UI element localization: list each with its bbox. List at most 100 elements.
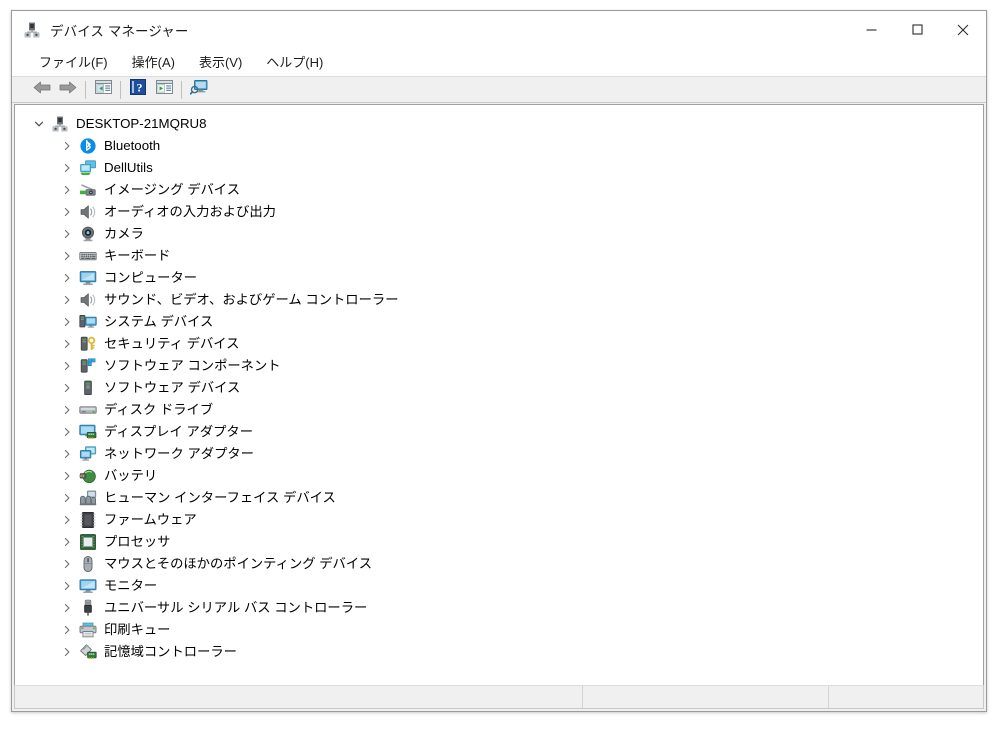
chevron-right-icon[interactable] [59,270,75,286]
tree-node-storage-controllers[interactable]: 記憶域コントローラー [15,641,983,663]
chevron-right-icon[interactable] [59,314,75,330]
tree-node-label: サウンド、ビデオ、およびゲーム コントローラー [104,292,399,307]
tree-node-monitors[interactable]: モニター [15,575,983,597]
tree-node-system-devices[interactable]: システム デバイス [15,311,983,333]
tree-node-label: Bluetooth [104,138,161,153]
tree-node-mice-and-pointing-devices[interactable]: マウスとそのほかのポインティング デバイス [15,553,983,575]
chevron-right-icon[interactable] [59,380,75,396]
tree-node-processors[interactable]: プロセッサ [15,531,983,553]
tree-node-label: イメージング デバイス [104,182,240,197]
battery-icon [79,467,97,485]
tree-node-firmware[interactable]: ファームウェア [15,509,983,531]
menu-file[interactable]: ファイル(F) [30,50,117,74]
tree-node-audio-inputs-outputs[interactable]: オーディオの入力および出力 [15,201,983,223]
tree-node-cameras[interactable]: カメラ [15,223,983,245]
tree-node-label: ディスク ドライブ [104,402,214,417]
status-cell-1 [15,686,583,708]
print-queue-icon [79,621,97,639]
tree-node-computer[interactable]: コンピューター [15,267,983,289]
chevron-right-icon[interactable] [59,358,75,374]
close-button[interactable] [940,11,986,48]
chevron-right-icon[interactable] [59,512,75,528]
storage-controller-icon [79,643,97,661]
bluetooth-icon [79,137,97,155]
show-hide-console-tree-button[interactable] [90,78,116,101]
tree-node-label: システム デバイス [104,314,214,329]
chevron-right-icon[interactable] [59,534,75,550]
chevron-right-icon[interactable] [59,248,75,264]
security-device-icon [79,335,97,353]
svg-text:?: ? [137,80,143,94]
tree-node-software-devices[interactable]: ソフトウェア デバイス [15,377,983,399]
chevron-right-icon[interactable] [59,468,75,484]
minimize-button[interactable] [848,11,894,48]
status-cell-2 [583,686,829,708]
chevron-right-icon[interactable] [59,204,75,220]
tree-node-usb-controllers[interactable]: ユニバーサル シリアル バス コントローラー [15,597,983,619]
properties-button[interactable] [151,78,177,101]
tree-node-label: キーボード [104,248,171,263]
tree-node-security-devices[interactable]: セキュリティ デバイス [15,333,983,355]
tree-node-display-adapters[interactable]: ディスプレイ アダプター [15,421,983,443]
tree-node-label: マウスとそのほかのポインティング デバイス [104,556,373,571]
tree-node-label: ネットワーク アダプター [104,446,254,461]
tree-node-human-interface-devices[interactable]: ヒューマン インターフェイス デバイス [15,487,983,509]
tree-node-label: ヒューマン インターフェイス デバイス [104,490,336,505]
chevron-right-icon[interactable] [59,446,75,462]
tree-node-print-queues[interactable]: 印刷キュー [15,619,983,641]
tree-node-label: セキュリティ デバイス [104,336,240,351]
chevron-right-icon[interactable] [59,600,75,616]
toolbar-separator [85,80,86,99]
computer-icon [79,269,97,287]
chevron-right-icon[interactable] [59,490,75,506]
menu-action[interactable]: 操作(A) [123,50,184,74]
tree-root-node[interactable]: DESKTOP-21MQRU8 [15,113,983,135]
chevron-right-icon[interactable] [59,138,75,154]
tree-node-label: 印刷キュー [104,622,171,637]
chevron-right-icon[interactable] [59,160,75,176]
chevron-down-icon[interactable] [31,116,47,132]
status-bar [14,685,984,709]
tree-node-label: オーディオの入力および出力 [104,204,276,219]
menu-help[interactable]: ヘルプ(H) [257,50,332,74]
tree-node-imaging-devices[interactable]: イメージング デバイス [15,179,983,201]
monitor-icon [79,577,97,595]
maximize-button[interactable] [894,11,940,48]
firmware-icon [79,511,97,529]
chevron-right-icon[interactable] [59,578,75,594]
scan-hardware-changes-button[interactable] [186,78,212,101]
tree-node-label: ディスプレイ アダプター [104,424,254,439]
chevron-right-icon[interactable] [59,182,75,198]
tree-root-label: DESKTOP-21MQRU8 [76,116,207,131]
help-question-icon: ? [130,79,146,100]
toolbar: ? [12,76,986,103]
chevron-right-icon[interactable] [59,424,75,440]
chevron-right-icon[interactable] [59,402,75,418]
chevron-right-icon[interactable] [59,226,75,242]
help-button[interactable]: ? [125,78,151,101]
tree-node-network-adapters[interactable]: ネットワーク アダプター [15,443,983,465]
back-button[interactable] [29,78,55,101]
tree-node-software-components[interactable]: ソフトウェア コンポーネント [15,355,983,377]
chevron-right-icon[interactable] [59,292,75,308]
chevron-right-icon[interactable] [59,556,75,572]
forward-button[interactable] [55,78,81,101]
camera-icon [79,225,97,243]
tree-node-keyboards[interactable]: キーボード [15,245,983,267]
chevron-right-icon[interactable] [59,622,75,638]
chevron-right-icon[interactable] [59,644,75,660]
chevron-right-icon[interactable] [59,336,75,352]
menu-view[interactable]: 表示(V) [190,50,251,74]
tree-node-bluetooth[interactable]: Bluetooth [15,135,983,157]
console-tree-icon [94,79,112,100]
usb-icon [79,599,97,617]
tree-node-dellutils[interactable]: DellUtils [15,157,983,179]
device-tree-pane[interactable]: DESKTOP-21MQRU8 Bluetooth DellUtils イメージ… [14,104,984,685]
window-controls [848,11,986,48]
tree-node-sound-video-game-controllers[interactable]: サウンド、ビデオ、およびゲーム コントローラー [15,289,983,311]
system-device-icon [79,313,97,331]
tree-node-disk-drives[interactable]: ディスク ドライブ [15,399,983,421]
tree-node-label: プロセッサ [104,534,171,549]
tree-node-batteries[interactable]: バッテリ [15,465,983,487]
display-adapter-icon [79,423,97,441]
